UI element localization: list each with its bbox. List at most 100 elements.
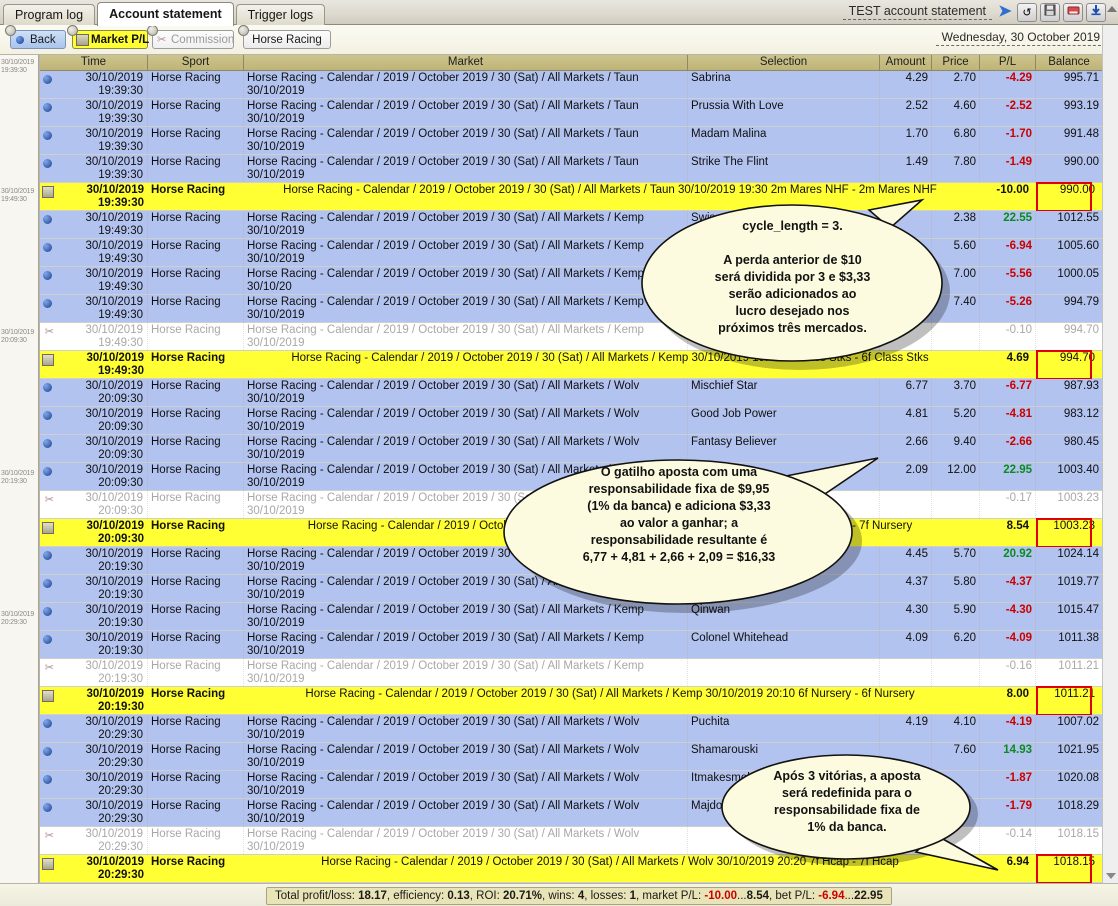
bullet-icon xyxy=(43,159,52,168)
gutter-divider xyxy=(38,55,39,883)
cell-market: Horse Racing - Calendar / 2019 / October… xyxy=(244,379,688,406)
efficiency-value: 0.13 xyxy=(447,890,470,902)
column-header-time[interactable]: Time xyxy=(40,55,148,70)
cell-price: 5.90 xyxy=(932,603,980,630)
save-button[interactable] xyxy=(1040,3,1060,22)
cell-date: 30/10/2019 xyxy=(85,772,143,784)
cell-sport: Horse Racing xyxy=(148,267,244,294)
cell-amount: 4.19 xyxy=(880,715,932,742)
cell-time: 30/10/2019 20:29:30 xyxy=(40,799,148,826)
tab-program-log[interactable]: Program log xyxy=(3,4,96,25)
column-header-selection[interactable]: Selection xyxy=(688,55,880,70)
column-header-balance[interactable]: Balance xyxy=(1036,55,1102,70)
sheet-icon xyxy=(42,186,54,198)
table-row[interactable]: 30/10/2019 19:39:30 Horse Racing Horse Raci… xyxy=(40,155,1102,183)
cell-pl: -10.00 xyxy=(996,184,1029,196)
cell-amount: 4.09 xyxy=(880,631,932,658)
cell-balance: 1005.60 xyxy=(1057,240,1099,252)
commission-button[interactable]: ✂ Commission xyxy=(147,25,234,49)
column-header-price[interactable]: Price xyxy=(932,55,980,70)
download-button[interactable] xyxy=(1086,3,1106,22)
cell-time-value: 20:19:30 xyxy=(98,561,143,573)
efficiency-label: , efficiency: xyxy=(386,890,448,902)
cell-time: 30/10/2019 19:39:30 xyxy=(40,99,148,126)
cell-time: 30/10/2019 19:39:30 xyxy=(40,155,148,182)
table-row[interactable]: 30/10/2019 19:39:30 Horse Racing Horse Raci… xyxy=(40,127,1102,155)
cell-market: Horse Racing - Calendar / 2019 / October… xyxy=(244,155,688,182)
column-header-market[interactable]: Market xyxy=(244,55,688,70)
table-row[interactable]: 30/10/2019 19:39:30 Horse Racing Horse Raci… xyxy=(40,99,1102,127)
cell-market-line1: Horse Racing - Calendar / 2019 / October… xyxy=(247,800,640,825)
cell-time: 30/10/2019 20:09:30 xyxy=(40,435,148,462)
cell-selection: Madam Malina xyxy=(688,127,880,154)
bullet-icon xyxy=(43,411,52,420)
cell-time-value: 19:39:30 xyxy=(97,197,144,209)
cell-date: 30/10/2019 xyxy=(85,268,143,280)
cell-time: 30/10/2019 19:49:30 xyxy=(40,239,148,266)
cell-date: 30/10/2019 xyxy=(85,100,143,112)
table-row[interactable]: 30/10/2019 20:09:30 Horse Racing Horse Raci… xyxy=(40,407,1102,435)
chevron-right-icon[interactable]: ➤ xyxy=(996,3,1014,21)
cell-selection: Good Job Power xyxy=(688,407,880,434)
cell-amount xyxy=(880,659,932,686)
cell-pl: -4.81 xyxy=(980,407,1036,434)
table-row[interactable]: 30/10/2019 20:19:30 Horse Racing Horse Raci… xyxy=(40,686,1102,716)
export-button[interactable] xyxy=(1063,3,1083,22)
cell-market-line1: Horse Racing - Calendar / 2019 / October… xyxy=(247,268,644,293)
bet-pl-min: -6.94 xyxy=(818,890,845,902)
grid-header-row: Time Sport Market Selection Amount Price P/L Ba… xyxy=(40,55,1102,71)
cell-balance: 1003.40 xyxy=(1057,464,1099,476)
back-button[interactable]: Back xyxy=(5,25,66,49)
cell-market-line1: Horse Racing - Calendar / 2019 / October… xyxy=(247,380,640,405)
cell-pl: 4.69 xyxy=(1006,352,1029,364)
tab-account-statement[interactable]: Account statement xyxy=(97,2,234,26)
cell-market-line1: Horse Racing - Calendar / 2019 / October… xyxy=(247,100,639,125)
cell-time: 30/10/2019 20:19:30 xyxy=(40,687,148,714)
cell-price: 9.40 xyxy=(932,435,980,462)
cell-time-value: 19:39:30 xyxy=(98,169,143,181)
wins-label: , wins: xyxy=(542,890,578,902)
cell-market-line1: Horse Racing - Calendar / 2019 / October… xyxy=(247,660,644,685)
cell-sport: Horse Racing xyxy=(148,771,244,798)
table-row[interactable]: 30/10/2019 20:19:30 Horse Racing Horse Raci… xyxy=(40,631,1102,659)
cell-balance: 1018.15 xyxy=(1057,828,1099,840)
sport-filter-button[interactable]: Horse Racing xyxy=(238,25,331,49)
cell-market: Horse Racing - Calendar / 2019 / October… xyxy=(244,799,688,826)
refresh-button[interactable]: ↺ xyxy=(1017,3,1037,22)
cell-sport: Horse Racing xyxy=(148,239,244,266)
cell-pl: -0.17 xyxy=(980,491,1036,518)
cell-balance: 994.79 xyxy=(1063,296,1099,308)
scroll-down-arrow-icon[interactable] xyxy=(1106,873,1116,879)
bet-pl-sep: ... xyxy=(844,890,855,902)
table-row[interactable]: 30/10/2019 19:39:30 Horse Racing Horse Raci… xyxy=(40,71,1102,99)
cell-date: 30/10/2019 xyxy=(85,324,143,336)
column-header-amount[interactable]: Amount xyxy=(880,55,932,70)
cell-balance: 994.70 xyxy=(1059,352,1095,364)
cell-market: Horse Racing - Calendar / 2019 / October… xyxy=(244,771,688,798)
cell-balance: 1011.38 xyxy=(1058,632,1099,644)
tab-trigger-logs[interactable]: Trigger logs xyxy=(235,4,326,25)
sport-filter-label: Horse Racing xyxy=(252,34,322,46)
table-row[interactable]: 30/10/2019 20:29:30 Horse Racing Horse Raci… xyxy=(40,715,1102,743)
scroll-up-arrow-icon[interactable] xyxy=(1107,6,1117,12)
cell-time-value: 19:49:30 xyxy=(98,225,143,237)
column-header-sport[interactable]: Sport xyxy=(148,55,244,70)
cell-price xyxy=(932,491,980,518)
cell-sport: Horse Racing xyxy=(148,211,244,238)
cell-sport: Horse Racing xyxy=(151,856,226,868)
cell-balance: 1021.95 xyxy=(1057,744,1099,756)
gutter-timestamp: 30/10/2019 20:19:30 xyxy=(1,470,35,485)
cell-market-line1: Horse Racing - Calendar / 2019 / October… xyxy=(247,408,640,433)
cell-sport: Horse Racing xyxy=(148,631,244,658)
cell-balance: 991.48 xyxy=(1063,128,1099,140)
cell-market: Horse Racing - Calendar / 2019 / October… xyxy=(244,71,688,98)
table-row[interactable]: ✂ 30/10/2019 20:19:30 Horse Racing Horse Rac… xyxy=(40,659,1102,687)
cell-date: 30/10/2019 xyxy=(85,464,143,476)
cell-balance: 1020.08 xyxy=(1057,772,1099,784)
market-pl-button[interactable]: Market P/L xyxy=(67,25,149,49)
table-row[interactable]: 30/10/2019 20:09:30 Horse Racing Horse Raci… xyxy=(40,379,1102,407)
column-header-pl[interactable]: P/L xyxy=(980,55,1036,70)
cell-pl: -5.26 xyxy=(980,295,1036,322)
refresh-icon: ↺ xyxy=(1022,7,1032,19)
vertical-scrollbar[interactable] xyxy=(1102,25,1118,883)
